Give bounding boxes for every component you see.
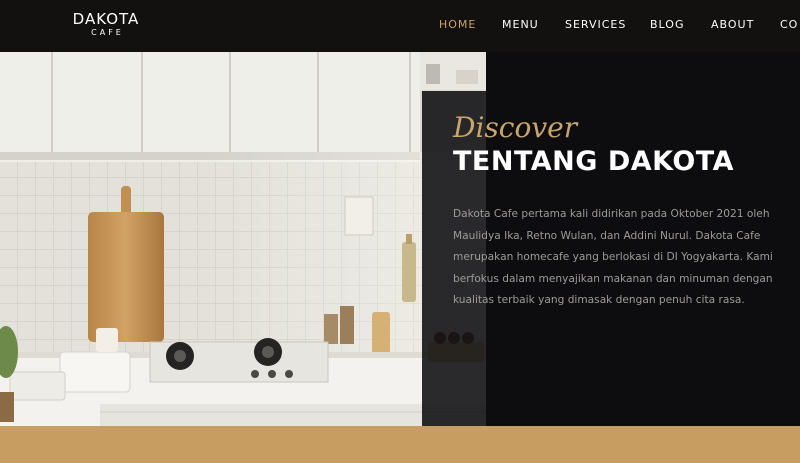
- nav-contact[interactable]: CO: [780, 18, 798, 31]
- nav-home[interactable]: HOME: [439, 18, 476, 31]
- logo[interactable]: DAKOTA CAFE: [72, 11, 140, 38]
- nav-blog[interactable]: BLOG: [650, 18, 684, 31]
- discover-script-label: Discover: [453, 111, 578, 144]
- nav-services[interactable]: SERVICES: [565, 18, 626, 31]
- section-divider-band: [0, 426, 800, 463]
- about-description: Dakota Cafe pertama kali didirikan pada …: [453, 208, 773, 306]
- kitchen-photo: [0, 52, 486, 426]
- logo-name: DAKOTA: [72, 10, 140, 28]
- nav-about[interactable]: ABOUT: [711, 18, 754, 31]
- about-title: TENTANG DAKOTA: [453, 146, 735, 177]
- nav-menu[interactable]: MENU: [502, 18, 539, 31]
- navbar: DAKOTA CAFE HOME MENU SERVICES BLOG ABOU…: [0, 0, 800, 52]
- logo-tagline: CAFE: [91, 28, 124, 37]
